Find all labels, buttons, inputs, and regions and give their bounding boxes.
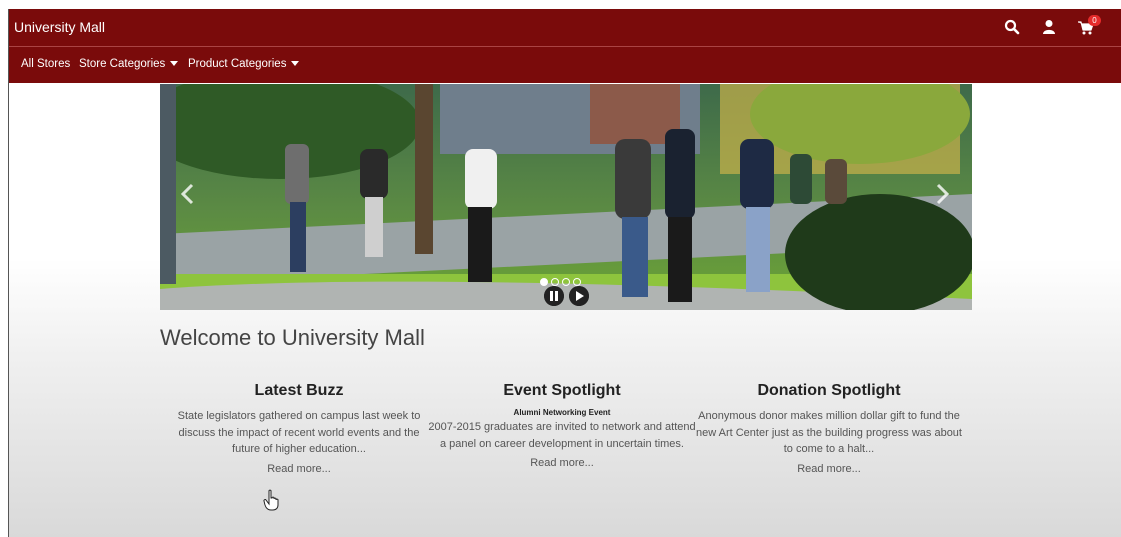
chevron-down-icon [291, 61, 300, 67]
event-spotlight-subtitle: Alumni Networking Event [513, 408, 611, 417]
donation-spotlight-read-more-link[interactable]: Read more... [797, 463, 861, 475]
user-icon[interactable] [1040, 18, 1058, 36]
pause-button[interactable] [544, 286, 564, 306]
top-header: University Mall 0 [9, 9, 1121, 47]
latest-buzz-section: Latest Buzz State legislators gathered o… [164, 382, 434, 477]
nav-store-categories-label: Store Categories [79, 58, 166, 70]
nav-store-categories[interactable]: Store Categories [79, 58, 179, 70]
search-icon[interactable] [1003, 18, 1021, 36]
nav-product-categories-label: Product Categories [188, 58, 287, 70]
main-nav: All Stores Store Categories Product Cate… [9, 47, 1121, 83]
carousel-dot-1[interactable] [540, 278, 548, 286]
page-title: Welcome to University Mall [160, 325, 425, 350]
play-button[interactable] [569, 286, 589, 306]
carousel-dot-2[interactable] [551, 278, 559, 286]
event-spotlight-read-more-link[interactable]: Read more... [530, 457, 594, 469]
carousel-next-arrow[interactable] [932, 179, 952, 209]
carousel-dot-3[interactable] [562, 278, 570, 286]
event-spotlight-title: Event Spotlight [503, 382, 621, 399]
latest-buzz-read-more-link[interactable]: Read more... [267, 463, 331, 475]
donation-spotlight-title: Donation Spotlight [757, 382, 901, 399]
carousel-prev-arrow[interactable] [178, 179, 198, 209]
nav-product-categories[interactable]: Product Categories [188, 58, 300, 70]
cart-count-badge: 0 [1088, 15, 1101, 26]
brand-title[interactable]: University Mall [14, 19, 105, 35]
cart-button[interactable]: 0 [1077, 15, 1105, 36]
donation-spotlight-text: Anonymous donor makes million dollar gif… [696, 410, 962, 455]
carousel-dot-4[interactable] [573, 278, 581, 286]
latest-buzz-text: State legislators gathered on campus las… [177, 410, 421, 455]
event-spotlight-section: Event Spotlight Alumni Networking Event … [427, 382, 697, 471]
chevron-down-icon [170, 61, 179, 67]
nav-all-stores[interactable]: All Stores [21, 58, 70, 70]
hand-cursor-icon [263, 489, 279, 511]
browser-viewport: University Mall 0 All Stores Store Categ… [8, 9, 1121, 537]
donation-spotlight-section: Donation Spotlight Anonymous donor makes… [694, 382, 964, 477]
latest-buzz-title: Latest Buzz [254, 382, 344, 399]
event-spotlight-text: 2007-2015 graduates are invited to netwo… [428, 421, 696, 450]
hero-carousel[interactable] [160, 84, 972, 310]
